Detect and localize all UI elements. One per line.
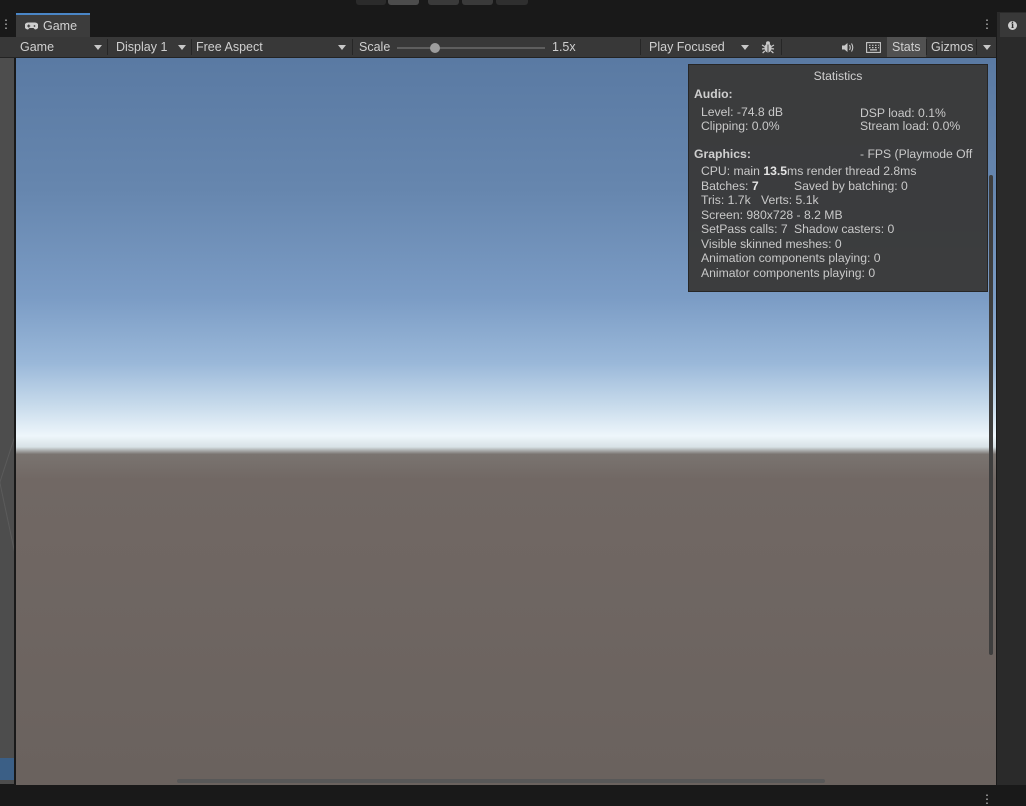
dropdown-arrow-icon [178, 45, 186, 50]
tab-game[interactable]: Game [16, 13, 90, 37]
skinned-meshes-stat: Visible skinned meshes: 0 [701, 237, 842, 251]
top-toolbar-strip [0, 0, 1026, 12]
aspect-label: Free Aspect [196, 40, 263, 54]
gizmos-label: Gizmos [931, 40, 974, 54]
gizmos-button[interactable]: Gizmos [926, 37, 976, 57]
kebab-menu-icon[interactable]: ⋮ [981, 18, 993, 30]
bottom-panel-header: ⋮ [0, 785, 1026, 806]
stream-load: Stream load: 0.0% [860, 119, 961, 133]
cpu-stats: CPU: main 13.5ms render thread 2.8ms [701, 164, 916, 178]
animator-components-stat: Animator components playing: 0 [701, 266, 876, 280]
display-dropdown[interactable]: Display 1 [111, 37, 191, 57]
dropdown-arrow-icon [983, 44, 991, 50]
dropdown-arrow-icon [338, 45, 346, 50]
batches-stat: Batches: 7 [701, 179, 759, 193]
scale-slider-track[interactable] [397, 47, 545, 49]
scale-value-text: 1.5x [552, 40, 576, 54]
keyboard-icon [865, 41, 881, 53]
cpu-main-time: 13.5 [763, 164, 788, 178]
dropdown-arrow-icon [741, 45, 749, 50]
divider [781, 39, 782, 55]
dropdown-arrow-icon [94, 45, 102, 50]
tris-stat: Tris: 1.7k [701, 193, 751, 207]
statistics-title: Statistics [813, 69, 863, 83]
stats-label: Stats [892, 40, 921, 54]
gizmos-dropdown-button[interactable] [978, 37, 996, 57]
toolbar-button-partial[interactable] [462, 0, 493, 5]
batches-count: 7 [751, 179, 759, 193]
divider [976, 39, 977, 55]
mode-label: Game [20, 40, 55, 54]
play-mode-dropdown[interactable]: Play Focused [644, 37, 754, 57]
shortcuts-button[interactable] [861, 37, 885, 57]
audio-level: Level: -74.8 dB [701, 105, 783, 119]
divider [352, 39, 353, 55]
dsp-load: DSP load: 0.1% [860, 106, 946, 120]
game-view-toolbar: Game Display 1 Free Aspect Scale 1.5x Pl… [0, 37, 996, 58]
vertical-scrollbar[interactable] [989, 175, 993, 655]
divider [107, 39, 108, 55]
toolbar-button-partial[interactable] [356, 0, 386, 5]
scale-value: 1.5x [547, 37, 587, 57]
play-mode-label: Play Focused [649, 40, 725, 54]
display-label: Display 1 [116, 40, 168, 54]
tab-inspector-partial[interactable]: i [1000, 13, 1026, 37]
scale-slider-handle[interactable] [430, 43, 441, 53]
aspect-dropdown[interactable]: Free Aspect [191, 37, 351, 57]
toolbar-button-partial[interactable] [388, 0, 419, 5]
tab-label: Game [43, 19, 78, 33]
saved-by-batching: Saved by batching: 0 [794, 179, 908, 193]
tab-bar: ⋮ Game ⋮ [0, 12, 996, 37]
audio-mute-icon [841, 42, 853, 52]
fps-readout: - FPS (Playmode Off [860, 147, 973, 161]
scale-label-text: Scale [359, 40, 391, 54]
kebab-menu-icon[interactable]: ⋮ [981, 793, 993, 805]
scale-label: Scale [354, 37, 394, 57]
cpu-prefix: CPU: main [701, 164, 764, 178]
grid-line [0, 381, 14, 675]
frame-debugger-button[interactable] [756, 37, 780, 57]
kebab-menu-icon[interactable]: ⋮ [0, 18, 12, 30]
audio-heading: Audio: [694, 87, 733, 101]
grid-line [0, 344, 14, 592]
toolbar-button-partial[interactable] [428, 0, 459, 5]
statistics-panel: Statistics Audio: Level: -74.8 dB DSP lo… [688, 64, 988, 292]
graphics-heading: Graphics: [694, 147, 751, 161]
scene-view-partial[interactable] [0, 58, 14, 784]
horizontal-scrollbar[interactable] [177, 779, 825, 783]
batches-prefix: Batches: [701, 179, 752, 193]
mode-dropdown[interactable]: Game [15, 37, 107, 57]
shadow-casters-stat: Shadow casters: 0 [794, 222, 895, 236]
bug-icon [761, 41, 775, 54]
scene-thumbnail-partial[interactable] [0, 758, 14, 780]
audio-clipping: Clipping: 0.0% [701, 119, 780, 133]
stats-toggle-button[interactable]: Stats [887, 37, 926, 57]
screen-stat: Screen: 980x728 - 8.2 MB [701, 208, 843, 222]
info-icon: i [1008, 20, 1017, 30]
gamepad-icon [25, 22, 38, 30]
toolbar-button-partial[interactable] [496, 0, 528, 5]
cpu-suffix: ms render thread 2.8ms [787, 164, 917, 178]
divider [640, 39, 641, 55]
verts-stat: Verts: 5.1k [761, 193, 819, 207]
mute-audio-button[interactable] [836, 37, 858, 57]
animation-components-stat: Animation components playing: 0 [701, 251, 881, 265]
setpass-stat: SetPass calls: 7 [701, 222, 788, 236]
inspector-panel-partial: i [997, 12, 1026, 785]
